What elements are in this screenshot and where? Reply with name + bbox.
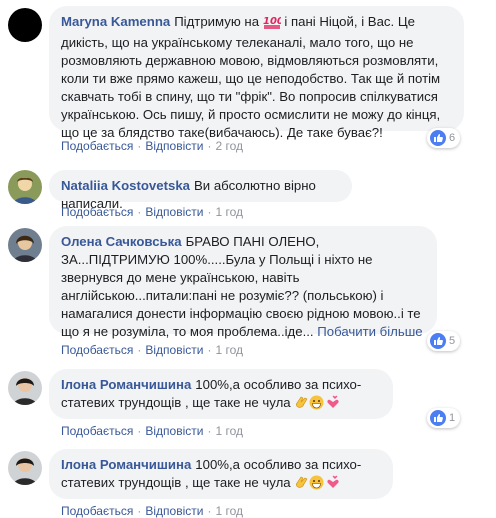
comment-time[interactable]: 1 год: [215, 424, 243, 438]
reaction-number: 5: [449, 335, 456, 347]
comment-actions: Подобається · Відповісти · 1 год: [61, 205, 243, 219]
comment-author[interactable]: Олена Сачковська: [61, 234, 182, 249]
reply-button[interactable]: Відповісти: [145, 205, 203, 219]
comment-author[interactable]: Ілона Романчишина: [61, 457, 191, 472]
comment-bubble: Олена Сачковська БРАВО ПАНІ ОЛЕНО, ЗА...П…: [49, 226, 437, 339]
like-button[interactable]: Подобається: [61, 424, 133, 438]
clap-emoji: [294, 475, 309, 495]
comment-2: Nataliia Kostovetska Ви абсолютно вірно н…: [0, 165, 496, 219]
comment-time[interactable]: 2 год: [215, 139, 243, 153]
comment-text: Підтримую на: [174, 14, 260, 29]
comment-text-rest: і пані Ніцой, і Вас. Це дикість, що на у…: [61, 14, 441, 140]
reply-button[interactable]: Відповісти: [145, 424, 203, 438]
avatar[interactable]: [8, 228, 42, 262]
100-emoji: 100: [263, 13, 284, 34]
like-button[interactable]: Подобається: [61, 343, 133, 357]
clap-emoji: [294, 395, 309, 415]
reaction-number: 6: [449, 132, 456, 144]
comment-time[interactable]: 1 год: [215, 343, 243, 357]
like-icon: [430, 333, 446, 349]
see-more-link[interactable]: Побачити більше: [317, 324, 422, 339]
like-button[interactable]: Подобається: [61, 139, 133, 153]
comment-actions: Подобається · Відповісти · 1 год: [61, 343, 243, 357]
reaction-count[interactable]: 6: [427, 128, 461, 148]
reaction-count[interactable]: 5: [427, 331, 461, 351]
hearts-emoji: [324, 475, 339, 495]
reply-button[interactable]: Відповісти: [145, 343, 203, 357]
avatar[interactable]: [8, 451, 42, 485]
grin-emoji: [309, 475, 324, 495]
comment-3: Олена Сачковська БРАВО ПАНІ ОЛЕНО, ЗА...П…: [0, 220, 496, 365]
grin-emoji: [309, 395, 324, 415]
hearts-emoji: [324, 395, 339, 415]
comment-1: Maryna Kamenna Підтримую на 100 і пані Ні…: [0, 0, 496, 160]
comment-bubble: Ілона Романчишина 100%,а особливо за псих…: [49, 369, 393, 419]
comment-actions: Подобається · Відповісти · 2 год: [61, 139, 243, 153]
avatar[interactable]: [8, 170, 42, 204]
comment-4: Ілона Романчишина 100%,а особливо за псих…: [0, 365, 496, 445]
comment-author[interactable]: Ілона Романчишина: [61, 377, 191, 392]
like-icon: [430, 410, 446, 426]
avatar[interactable]: [8, 371, 42, 405]
like-icon: [430, 130, 446, 146]
reaction-number: 1: [449, 412, 456, 424]
comment-bubble: Ілона Романчишина 100%,а особливо за псих…: [49, 449, 393, 499]
reaction-count[interactable]: 1: [427, 408, 461, 428]
comment-5: Ілона Романчишина 100%,а особливо за псих…: [0, 445, 496, 518]
comment-time[interactable]: 1 год: [215, 205, 243, 219]
comment-author[interactable]: Nataliia Kostovetska: [61, 178, 190, 193]
comment-author[interactable]: Maryna Kamenna: [61, 14, 170, 29]
comment-bubble: Nataliia Kostovetska Ви абсолютно вірно н…: [49, 170, 352, 211]
comment-actions: Подобається · Відповісти · 1 год: [61, 424, 243, 438]
avatar[interactable]: [8, 8, 42, 42]
reply-button[interactable]: Відповісти: [145, 139, 203, 153]
comment-bubble: Maryna Kamenna Підтримую на 100 і пані Ні…: [49, 6, 464, 140]
like-button[interactable]: Подобається: [61, 205, 133, 219]
